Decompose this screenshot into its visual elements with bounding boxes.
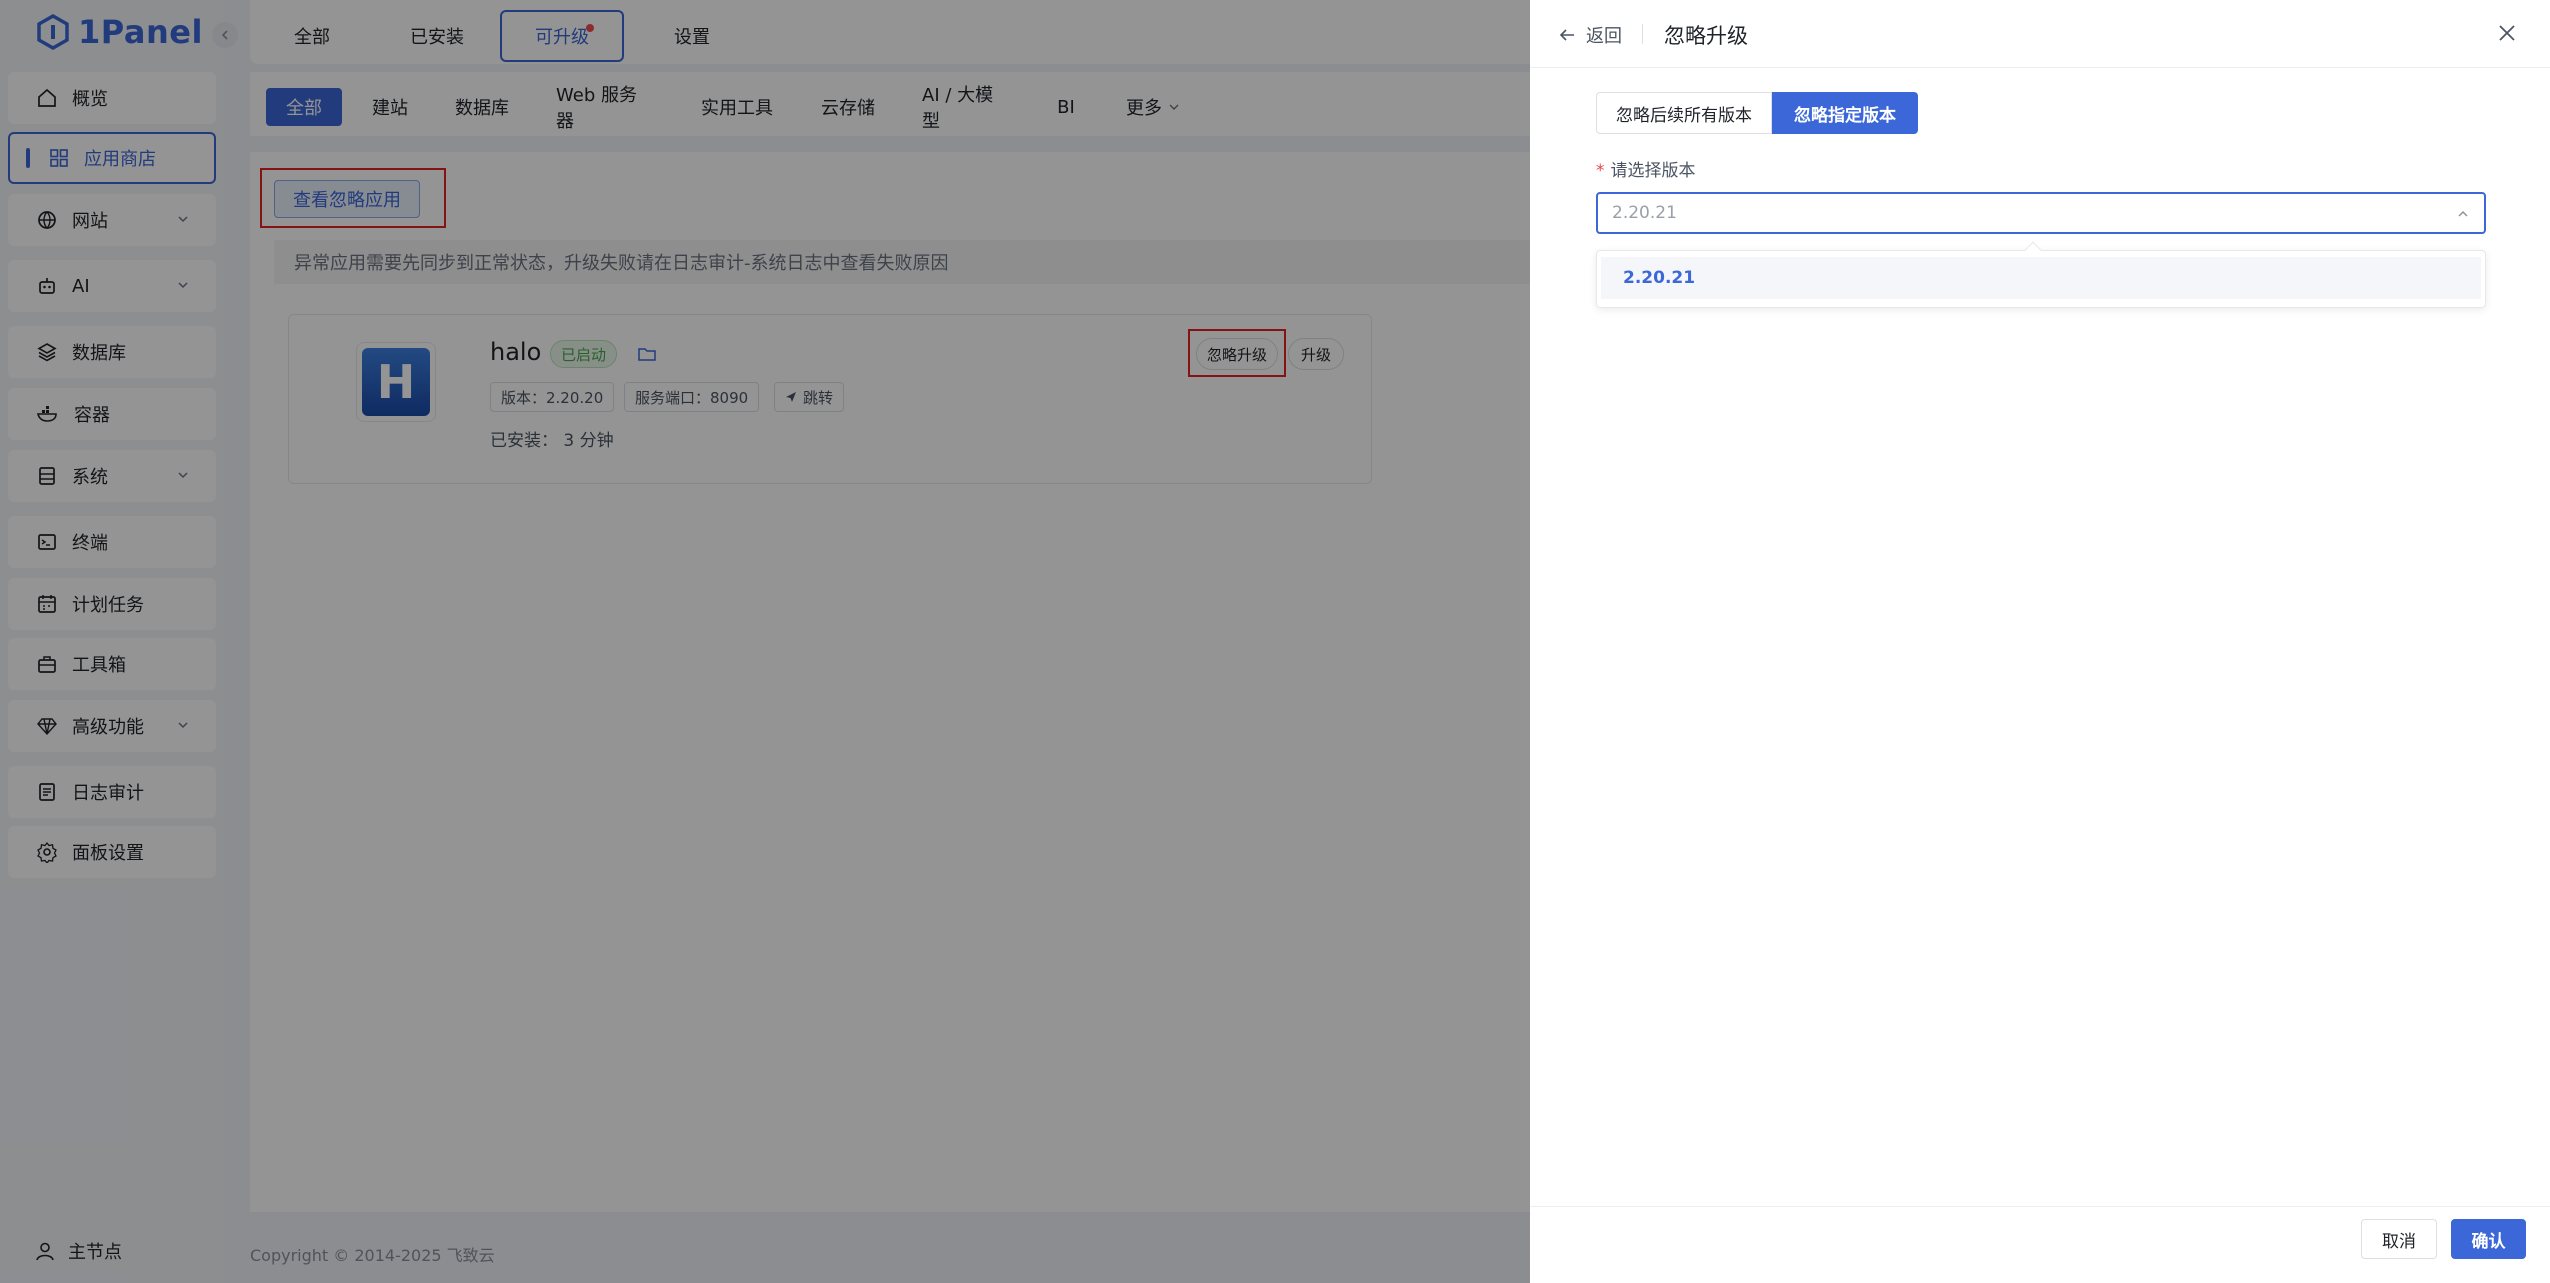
version-dropdown: 2.20.21 bbox=[1596, 241, 2486, 308]
button-label: 确认 bbox=[2471, 1231, 2506, 1252]
version-select[interactable]: 2.20.21 bbox=[1596, 192, 2486, 234]
segment-label: 忽略后续所有版本 bbox=[1616, 105, 1752, 126]
back-button[interactable]: 返回 bbox=[1558, 22, 1622, 48]
arrow-left-icon bbox=[1559, 29, 1574, 41]
ignore-upgrade-drawer: 返回 忽略升级 忽略后续所有版本 忽略指定版本 * 请选择版本 2.20.21 2… bbox=[1530, 0, 2550, 1283]
confirm-button[interactable]: 确认 bbox=[2451, 1219, 2526, 1259]
cancel-button[interactable]: 取消 bbox=[2361, 1219, 2437, 1259]
button-label: 取消 bbox=[2382, 1231, 2416, 1252]
modal-overlay[interactable] bbox=[0, 0, 1530, 1283]
back-label: 返回 bbox=[1586, 26, 1622, 47]
select-value: 2.20.21 bbox=[1612, 203, 1677, 223]
segment-ignore-all-versions[interactable]: 忽略后续所有版本 bbox=[1596, 92, 1772, 134]
version-option[interactable]: 2.20.21 bbox=[1601, 257, 2481, 299]
dropdown-arrow bbox=[2024, 241, 2042, 259]
close-icon[interactable] bbox=[2496, 22, 2518, 44]
header-divider bbox=[1642, 24, 1643, 44]
chevron-up-icon bbox=[2458, 211, 2468, 217]
version-field-label: * 请选择版本 bbox=[1596, 156, 1696, 181]
drawer-footer-divider bbox=[1530, 1206, 2550, 1207]
segment-ignore-specific-version[interactable]: 忽略指定版本 bbox=[1772, 92, 1918, 134]
required-mark: * bbox=[1596, 161, 1605, 181]
label-text: 请选择版本 bbox=[1610, 161, 1696, 181]
drawer-title: 忽略升级 bbox=[1664, 24, 1748, 48]
segment-label: 忽略指定版本 bbox=[1794, 105, 1896, 126]
option-label: 2.20.21 bbox=[1623, 268, 1696, 288]
